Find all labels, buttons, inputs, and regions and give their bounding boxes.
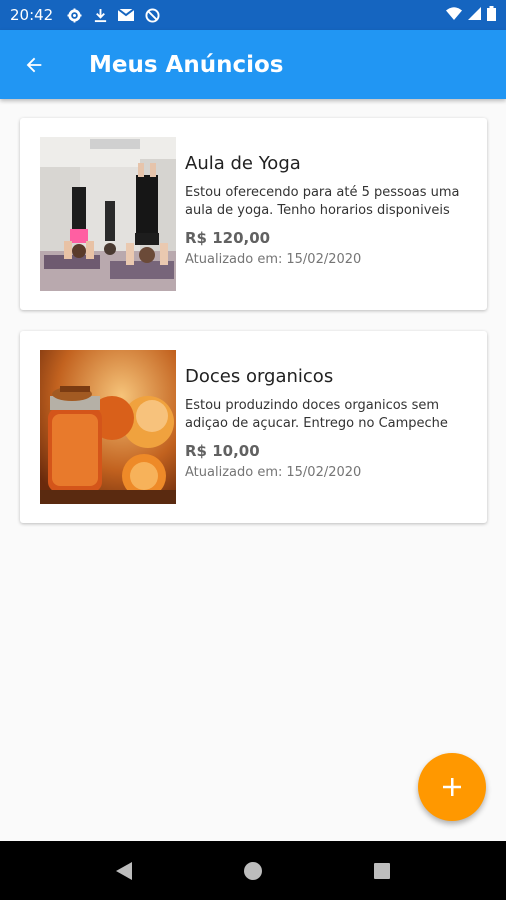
ad-card[interactable]: Aula de Yoga Estou oferecendo para até 5… (20, 118, 487, 310)
ad-title: Aula de Yoga (185, 153, 301, 174)
nav-recents-button[interactable] (362, 851, 402, 891)
recents-square-icon (373, 862, 390, 879)
ad-card[interactable]: Doces organicos Estou produzindo doces o… (20, 331, 487, 523)
ad-updated: Atualizado em: 15/02/2020 (185, 251, 473, 269)
updated-date: 15/02/2020 (286, 252, 362, 267)
add-icon (443, 778, 461, 796)
nav-home-button[interactable] (233, 851, 273, 891)
battery-icon (487, 5, 496, 25)
gmail-icon (117, 6, 135, 24)
status-bar: 20:42 (0, 0, 506, 30)
system-nav-bar (0, 841, 506, 900)
page-title: Meus Anúncios (89, 51, 284, 78)
ad-price: R$ 120,00 (185, 229, 271, 247)
ad-info: Aula de Yoga Estou oferecendo para até 5… (185, 152, 473, 269)
download-icon (91, 6, 109, 24)
updated-date: 15/02/2020 (286, 465, 362, 480)
app-bar: Meus Anúncios (0, 30, 506, 99)
ad-description: Estou produzindo doces organicos sem adi… (185, 398, 448, 431)
wifi-icon (446, 6, 462, 24)
back-triangle-icon (116, 861, 133, 880)
back-button[interactable] (14, 45, 54, 85)
ad-title: Doces organicos (185, 366, 334, 387)
ad-description: Estou oferecendo para até 5 pessoas uma … (185, 185, 460, 218)
ad-price: R$ 10,00 (185, 442, 260, 460)
blocked-icon (143, 6, 161, 24)
nav-back-button[interactable] (104, 851, 144, 891)
updated-label: Atualizado em: (185, 252, 283, 267)
updated-label: Atualizado em: (185, 465, 283, 480)
arrow-back-icon (26, 57, 42, 72)
status-time: 20:42 (10, 6, 54, 24)
signal-icon (468, 6, 481, 24)
home-circle-icon (243, 861, 262, 880)
settings-icon (65, 6, 83, 24)
ad-info: Doces organicos Estou produzindo doces o… (185, 365, 473, 482)
yoga-class-photo (40, 137, 176, 291)
add-ad-button[interactable] (418, 753, 486, 821)
ad-updated: Atualizado em: 15/02/2020 (185, 464, 473, 482)
orange-jam-photo (40, 350, 176, 504)
